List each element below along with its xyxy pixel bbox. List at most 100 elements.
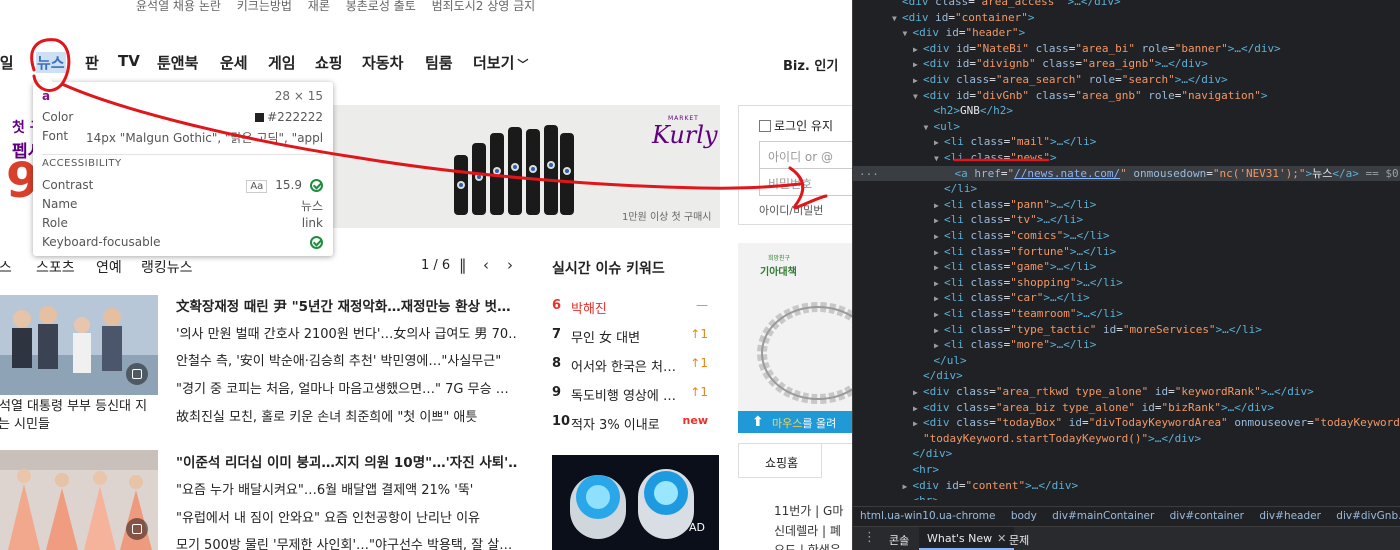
dom-node[interactable]: </div> bbox=[853, 446, 1400, 462]
dom-node[interactable]: ▼ <div id="divGnb" class="area_gnb" role=… bbox=[853, 88, 1400, 104]
news-thumbnail[interactable] bbox=[0, 295, 158, 395]
dom-node[interactable]: ▶ <li class="pann">…</li> bbox=[853, 197, 1400, 213]
keyword-row[interactable]: 9 독도비행 영상에 … ↑1 bbox=[552, 385, 712, 405]
find-account-link[interactable]: 아이디/비밀번 bbox=[759, 202, 823, 218]
dom-node[interactable]: ▶ <li class="shopping">…</li> bbox=[853, 275, 1400, 291]
dom-node[interactable]: ▼ <div id="header"> bbox=[853, 25, 1400, 41]
biz-ranking-link[interactable]: Biz. 인기 bbox=[783, 55, 838, 74]
tab-shopping-home[interactable]: 쇼핑홈 bbox=[738, 444, 822, 478]
dom-node[interactable]: ▶ <div class="area_rtkwd type_alone" id="… bbox=[853, 384, 1400, 400]
collapsed-triangle-icon[interactable]: ▶ bbox=[934, 245, 944, 261]
collapsed-triangle-icon[interactable]: ▶ bbox=[913, 73, 923, 89]
news-thumbnail-caption[interactable]: 尹석열 대통령 부부 등신대 지 bbox=[0, 397, 147, 416]
dom-node[interactable]: <h2>GNB</h2> bbox=[853, 103, 1400, 119]
dom-node[interactable]: <div class="area_access" >…</div> bbox=[853, 0, 1400, 10]
dom-node[interactable]: ▶ <div id="content">…</div> bbox=[853, 478, 1400, 494]
dom-node[interactable]: ▶ <div class="area_search" role="search">… bbox=[853, 72, 1400, 88]
shopping-item[interactable]: 오드 | 한샘은 bbox=[774, 541, 841, 550]
dom-node[interactable]: ▶ <li class="fortune">…</li> bbox=[853, 244, 1400, 260]
dom-node[interactable]: ▶ <li class="more">…</li> bbox=[853, 337, 1400, 353]
dom-node-selected[interactable]: <a href="//news.nate.com/" onmousedown="… bbox=[853, 165, 1400, 182]
shopping-item[interactable]: 신데렐라 | 폐 bbox=[774, 522, 841, 539]
keyword-row[interactable]: 7 무인 女 대변 ↑1 bbox=[552, 327, 712, 347]
news-headline[interactable]: "이준석 리더십 이미 붕괴…지지 의원 10명"…'자진 사퇴'… bbox=[176, 451, 518, 471]
collapsed-triangle-icon[interactable]: ▶ bbox=[934, 338, 944, 354]
expanded-triangle-icon[interactable]: ▼ bbox=[913, 89, 923, 105]
dom-node[interactable]: <hr> bbox=[853, 462, 1400, 478]
dom-node[interactable]: ▶ <div class="area_biz type_alone" id="bi… bbox=[853, 400, 1400, 416]
nav-item-teamroom[interactable]: 팀룸 bbox=[425, 52, 453, 73]
collapsed-triangle-icon[interactable]: ▶ bbox=[913, 42, 923, 58]
trending-keyword[interactable]: 봉촌로성 출토 bbox=[346, 0, 416, 13]
news-item[interactable]: '의사 만원 벌때 간호사 2100원 번다'…女의사 급여도 男 70… bbox=[176, 323, 518, 342]
breadcrumb-item[interactable]: html.ua-win10.ua-chrome bbox=[860, 510, 996, 522]
drawer-tab-console[interactable]: 콘솔 bbox=[881, 527, 917, 550]
collapsed-triangle-icon[interactable]: ▶ bbox=[934, 229, 944, 245]
collapsed-triangle-icon[interactable]: ▶ bbox=[913, 416, 923, 432]
drawer-tab-issues[interactable]: 문제 bbox=[1001, 527, 1037, 550]
nav-item-tv[interactable]: TV bbox=[118, 52, 140, 70]
dom-node[interactable]: ▶ <div class="todayBox" id="divTodayKeywo… bbox=[853, 415, 1400, 431]
chevron-right-icon[interactable]: › bbox=[507, 256, 513, 274]
trending-keyword[interactable]: 키크는방법 bbox=[237, 0, 292, 13]
collapsed-triangle-icon[interactable]: ▶ bbox=[913, 57, 923, 73]
dom-node[interactable]: ▶ <li class="teamroom">…</li> bbox=[853, 306, 1400, 322]
dom-node[interactable]: ▶ <li class="type_tactic" id="moreService… bbox=[853, 322, 1400, 338]
news-item[interactable]: "요즘 누가 배달시켜요"…6월 배달앱 결제액 21% '뚝' bbox=[176, 479, 518, 498]
trending-keyword[interactable]: 윤석열 채용 논란 bbox=[136, 0, 221, 13]
collapsed-triangle-icon[interactable]: ▶ bbox=[934, 135, 944, 151]
keyword-row[interactable]: 6 박해진 — bbox=[552, 298, 712, 318]
collapsed-triangle-icon[interactable]: ▶ bbox=[913, 401, 923, 417]
collapsed-triangle-icon[interactable]: ▶ bbox=[934, 291, 944, 307]
more-options-icon[interactable]: ··· bbox=[859, 168, 879, 181]
dom-node[interactable]: ▶ <li class="car">…</li> bbox=[853, 290, 1400, 306]
breadcrumb-item[interactable]: div#divGnb.area_gnb bbox=[1336, 510, 1400, 522]
collapsed-triangle-icon[interactable]: ▶ bbox=[934, 307, 944, 323]
nav-item-car[interactable]: 자동차 bbox=[362, 52, 403, 73]
breadcrumb-item[interactable]: div#container bbox=[1170, 510, 1244, 522]
dom-node[interactable]: ▶ <li class="mail">…</li> bbox=[853, 134, 1400, 150]
breadcrumb-item[interactable]: div#header bbox=[1259, 510, 1321, 522]
pause-icon[interactable]: ‖ bbox=[459, 256, 467, 274]
dom-node[interactable]: ▼ <div id="container"> bbox=[853, 10, 1400, 26]
collapsed-triangle-icon[interactable]: ▶ bbox=[934, 198, 944, 214]
nav-item-comics[interactable]: 툰앤북 bbox=[157, 52, 198, 73]
news-item[interactable]: 故최진실 모친, 홀로 키운 손녀 최준희에 "첫 이쁘" 애틋 bbox=[176, 406, 518, 425]
nav-item-news[interactable]: 뉴스 bbox=[36, 52, 66, 73]
trending-keyword[interactable]: 범죄도시2 상영 금지 bbox=[432, 0, 536, 13]
drawer-menu-icon[interactable]: ⋮ bbox=[863, 530, 876, 545]
elements-dom-tree[interactable]: <div class="area_access" >…</div> ▼ <div i… bbox=[853, 0, 1400, 500]
expanded-triangle-icon[interactable]: ▼ bbox=[903, 26, 913, 42]
news-item[interactable]: "경기 중 코피는 처음, 얼마나 마음고생했으면…" 7G 무승 … bbox=[176, 378, 518, 397]
tab-ranking-news[interactable]: 랭킹뉴스 bbox=[141, 257, 193, 277]
news-thumbnail-caption[interactable]: 나는 시민들 bbox=[0, 415, 50, 434]
dom-node[interactable]: <hr> bbox=[853, 493, 1400, 500]
dom-node[interactable]: </ul> bbox=[853, 353, 1400, 369]
collapsed-triangle-icon[interactable]: ▶ bbox=[903, 479, 913, 495]
news-item[interactable]: 모기 500방 물린 '무제한 사인회'…"야구선수 박용택, 잘 살… bbox=[176, 534, 518, 550]
nav-item-game[interactable]: 게임 bbox=[268, 52, 296, 73]
nav-item-mail[interactable]: 메일 bbox=[0, 52, 14, 73]
kfhi-side-ad[interactable]: 희망친구 기아대책 마우스를 올려 ⬆ bbox=[738, 243, 852, 433]
expanded-triangle-icon[interactable]: ▼ bbox=[892, 11, 902, 27]
tab-entertainment[interactable]: 연예 bbox=[96, 257, 122, 277]
breadcrumb-item[interactable]: body bbox=[1011, 510, 1037, 522]
dom-node[interactable]: "todayKeyword.startTodayKeyword()">…</di… bbox=[853, 431, 1400, 447]
collapsed-triangle-icon[interactable]: ▶ bbox=[934, 276, 944, 292]
news-item[interactable]: 안철수 측, '安이 박순애·김승희 추천' 박민영에…"사실무근" bbox=[176, 350, 518, 369]
shopping-item[interactable]: 11번가 | G마 bbox=[774, 502, 843, 519]
keyword-row[interactable]: 8 어서와 한국은 처… ↑1 bbox=[552, 356, 712, 376]
dom-node[interactable]: ▶ <li class="tv">…</li> bbox=[853, 212, 1400, 228]
collapsed-triangle-icon[interactable]: ▶ bbox=[934, 260, 944, 276]
tab-news[interactable]: 뉴스 bbox=[0, 257, 12, 277]
collapsed-triangle-icon[interactable]: ▶ bbox=[913, 385, 923, 401]
nav-item-more[interactable]: 더보기 ﹀ bbox=[473, 52, 528, 73]
news-headline[interactable]: 文확장재정 때린 尹 "5년간 재정악화…재정만능 환상 벗… bbox=[176, 295, 518, 315]
news-thumbnail[interactable] bbox=[0, 450, 158, 550]
nav-item-fortune[interactable]: 운세 bbox=[220, 52, 248, 73]
dom-node[interactable]: ▶ <li class="comics">…</li> bbox=[853, 228, 1400, 244]
dom-node[interactable]: ▼ <li class="news"> bbox=[853, 150, 1400, 166]
keyword-row[interactable]: 10 적자 3% 이내로 new bbox=[552, 414, 712, 434]
dom-node[interactable]: ▶ <div id="divignb" class="area_ignb">…</… bbox=[853, 56, 1400, 72]
trending-keyword[interactable]: 재론 bbox=[308, 0, 330, 13]
